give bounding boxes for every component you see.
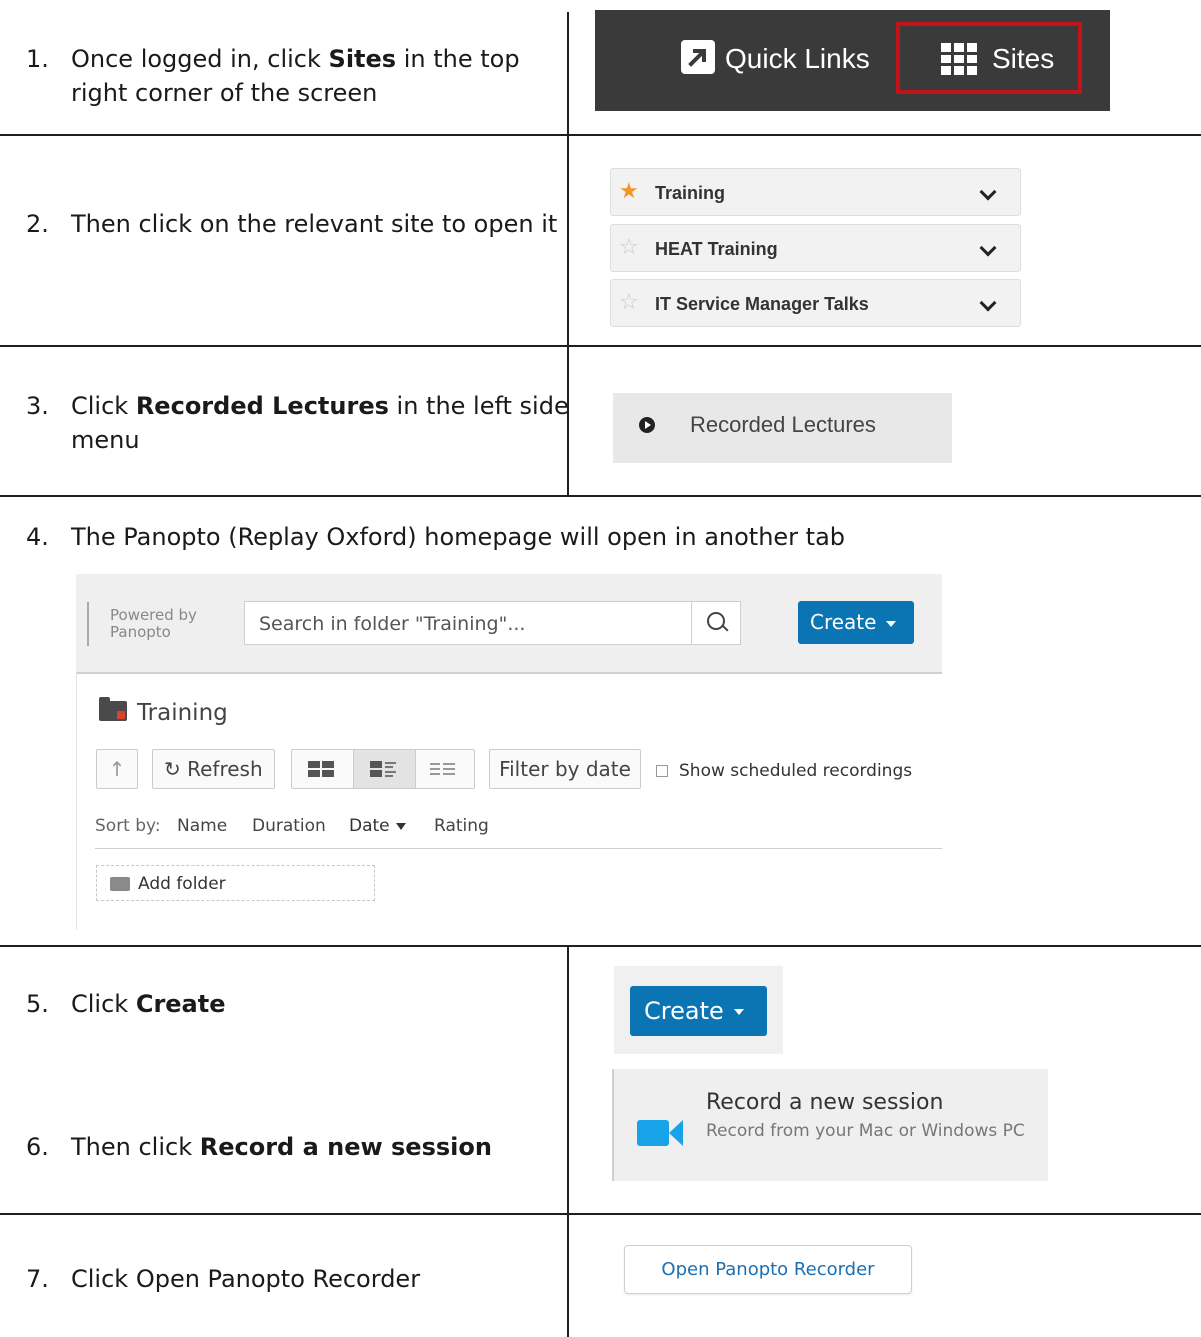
record-session-title: Record a new session (706, 1090, 944, 1115)
step-number: 6. (26, 1133, 49, 1161)
sort-divider (95, 848, 942, 849)
folder-icon (99, 697, 127, 721)
tile-view-icon (308, 761, 334, 777)
arrow-up-icon: ↑ (108, 757, 126, 781)
list-view-icon (430, 762, 456, 776)
step-text: The Panopto (Replay Oxford) homepage wil… (71, 523, 846, 551)
star-filled-icon[interactable]: ★ (619, 179, 639, 205)
step-7: 7. Click Open Panopto Recorder (26, 1262, 420, 1296)
powered-by-panopto-logo: Powered by Panopto (110, 606, 197, 641)
step-4: 4. The Panopto (Replay Oxford) homepage w… (26, 520, 845, 554)
tile-view-button[interactable] (292, 750, 353, 788)
detail-view-icon (370, 761, 396, 777)
header-divider (87, 602, 89, 646)
external-link-icon (681, 40, 715, 74)
star-outline-icon[interactable]: ☆ (619, 235, 639, 261)
step-text-cont: menu (71, 426, 140, 454)
table-divider (0, 134, 1201, 136)
site-label: HEAT Training (655, 239, 778, 259)
table-divider (0, 1213, 1201, 1215)
step-3: 3. Click Recorded Lectures in the left si… (26, 389, 569, 457)
step-number: 2. (26, 210, 49, 238)
sort-by-label: Sort by: (95, 816, 161, 836)
chevron-down-icon[interactable] (979, 294, 997, 312)
video-camera-icon (637, 1120, 669, 1146)
site-item-training[interactable]: ★ Training (610, 168, 1021, 216)
sort-duration[interactable]: Duration (252, 815, 326, 837)
refresh-icon: ↻ (164, 757, 181, 781)
up-folder-button[interactable]: ↑ (96, 749, 138, 789)
step-text: Click Recorded Lectures in the left side (71, 392, 569, 420)
open-panopto-recorder-button[interactable]: Open Panopto Recorder (624, 1245, 912, 1294)
step-6: 6. Then click Record a new session (26, 1130, 492, 1164)
search-box (244, 601, 741, 645)
step-text: Once logged in, click Sites in the top (71, 45, 520, 73)
step-number: 5. (26, 990, 49, 1018)
table-column-divider (567, 946, 569, 1337)
quick-links-link[interactable]: Quick Links (725, 40, 870, 78)
record-session-subtitle: Record from your Mac or Windows PC (706, 1121, 1025, 1141)
add-folder-button[interactable]: Add folder (96, 865, 375, 901)
site-label: IT Service Manager Talks (655, 294, 869, 314)
step-5: 5. Click Create (26, 987, 226, 1021)
sites-button[interactable]: Sites (992, 40, 1054, 78)
add-folder-icon (110, 877, 130, 891)
step-number: 3. (26, 392, 49, 420)
step-text: Then click Record a new session (71, 1133, 492, 1161)
step-text: Then click on the relevant site to open … (71, 210, 558, 238)
chevron-down-icon[interactable] (979, 239, 997, 257)
create-button[interactable]: Create (798, 601, 914, 644)
recorded-lectures-label: Recorded Lectures (690, 412, 876, 437)
site-item-heat-training[interactable]: ☆ HEAT Training (610, 224, 1021, 272)
sort-desc-icon (395, 822, 406, 830)
step-number: 7. (26, 1265, 49, 1293)
sort-name[interactable]: Name (177, 815, 227, 837)
caret-down-icon (733, 1009, 744, 1015)
caret-down-icon (886, 620, 897, 627)
folder-title: Training (137, 700, 228, 726)
panel-border (76, 672, 77, 930)
video-camera-icon-lens (669, 1120, 683, 1146)
table-divider (0, 495, 1201, 497)
grid-icon (941, 43, 977, 75)
step-text: Click Create (71, 990, 226, 1018)
table-divider (0, 945, 1201, 947)
search-separator (691, 602, 692, 644)
view-toggle-group (291, 749, 475, 789)
sort-date[interactable]: Date (349, 815, 406, 837)
refresh-button[interactable]: ↻ Refresh (152, 749, 275, 789)
star-outline-icon[interactable]: ☆ (619, 290, 639, 316)
list-view-button[interactable] (414, 750, 475, 788)
step-number: 1. (26, 45, 49, 73)
detail-view-button[interactable] (353, 750, 416, 788)
show-scheduled-label: Show scheduled recordings (679, 761, 913, 781)
table-divider (0, 345, 1201, 347)
step-text: Click Open Panopto Recorder (71, 1265, 421, 1293)
filter-by-date-button[interactable]: Filter by date (489, 749, 641, 789)
play-circle-icon (639, 417, 655, 433)
show-scheduled-checkbox[interactable] (656, 765, 668, 777)
create-button[interactable]: Create (630, 986, 767, 1036)
site-item-it-service-manager-talks[interactable]: ☆ IT Service Manager Talks (610, 279, 1021, 327)
step-2: 2. Then click on the relevant site to ope… (26, 207, 557, 241)
step-text-cont: right corner of the screen (71, 79, 378, 107)
step-number: 4. (26, 523, 49, 551)
step-1: 1. Once logged in, click Sites in the top… (26, 42, 520, 110)
sort-rating[interactable]: Rating (434, 815, 489, 837)
search-icon[interactable] (707, 612, 725, 630)
chevron-down-icon[interactable] (979, 183, 997, 201)
recorded-lectures-menu-item[interactable]: Recorded Lectures (613, 393, 952, 463)
add-folder-label: Add folder (138, 874, 226, 894)
site-label: Training (655, 183, 726, 203)
search-input[interactable] (259, 612, 679, 636)
